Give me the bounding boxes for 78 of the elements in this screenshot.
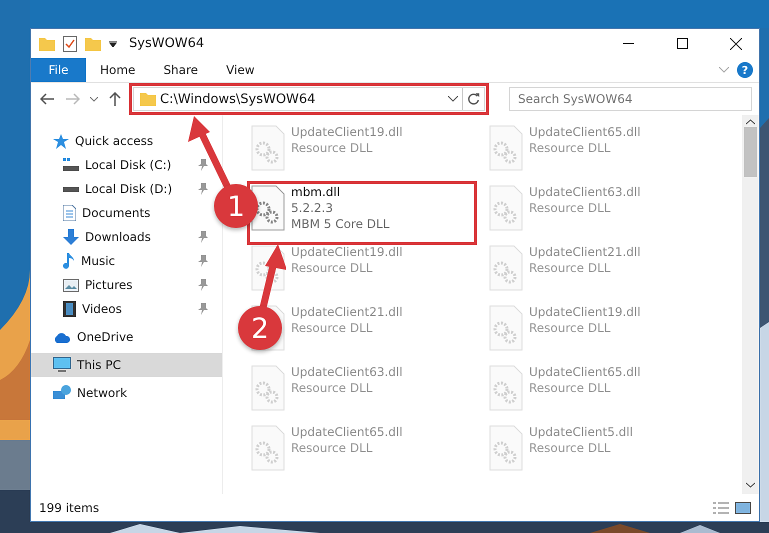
sidebar-item[interactable]: Documents [31, 201, 212, 225]
new-folder-icon [85, 36, 101, 50]
sidebar-item[interactable]: Pictures [31, 273, 212, 297]
dll-file-icon [489, 185, 523, 231]
search-field[interactable]: Search SysWOW64 [509, 87, 752, 111]
pin-icon[interactable] [198, 279, 208, 291]
scroll-down-icon[interactable] [746, 482, 755, 488]
close-icon[interactable] [730, 38, 742, 50]
folder-icon [39, 36, 55, 50]
dll-file-icon [489, 125, 523, 171]
dll-file-icon [489, 425, 523, 471]
sidebar-item[interactable]: OneDrive [31, 325, 212, 349]
pin-icon[interactable] [198, 159, 208, 171]
ribbon-tab[interactable]: View [212, 58, 269, 82]
file-detail: Resource DLL [529, 321, 612, 335]
sidebar-item[interactable]: Local Disk (D:) [31, 177, 212, 201]
pin-icon[interactable] [198, 303, 208, 315]
file-name[interactable]: mbm.dll [291, 185, 390, 199]
monitor-icon [53, 357, 71, 373]
star-icon [53, 134, 69, 148]
ribbon-tab[interactable]: Home [86, 58, 150, 82]
music-note-icon [63, 253, 75, 269]
sidebar-item[interactable]: Quick access [31, 129, 212, 153]
pin-icon[interactable] [198, 231, 208, 243]
file-detail: Resource DLL [529, 201, 612, 215]
dll-file-icon [251, 125, 285, 171]
pin-icon[interactable] [198, 255, 208, 267]
file-detail: Resource DLL [529, 261, 612, 275]
large-icons-view-icon[interactable] [735, 502, 751, 514]
dll-file-icon [251, 425, 285, 471]
file-detail: Resource DLL [291, 441, 374, 455]
pin-icon[interactable] [198, 183, 208, 195]
file-detail: 5.2.2.3 [291, 201, 334, 215]
up-arrow-icon[interactable] [109, 92, 121, 106]
scroll-up-icon[interactable] [746, 119, 755, 125]
pictures-icon [63, 278, 79, 292]
folder-icon [140, 92, 156, 106]
dll-file-icon [251, 185, 285, 231]
document-icon [63, 205, 76, 221]
dll-file-icon [489, 245, 523, 291]
scrollbar-thumb[interactable] [744, 127, 757, 177]
sidebar-item[interactable]: Videos [31, 297, 212, 321]
dll-file-icon [251, 365, 285, 411]
download-arrow-icon [63, 229, 79, 245]
ribbon-tab[interactable]: Share [149, 58, 212, 82]
file-detail: Resource DLL [291, 381, 374, 395]
drive-icon [63, 186, 79, 192]
scrollbar[interactable] [742, 115, 759, 494]
sidebar-item[interactable]: This PC [31, 353, 222, 377]
sidebar-item[interactable]: Local Disk (C:) [31, 153, 212, 177]
file-detail: Resource DLL [529, 141, 612, 155]
network-icon [53, 385, 71, 401]
sidebar-item[interactable]: Network [31, 381, 212, 405]
help-button[interactable]: ? [737, 62, 753, 78]
maximize-icon[interactable] [676, 38, 688, 49]
minimize-icon[interactable] [622, 43, 634, 44]
drive-icon [63, 158, 79, 172]
file-detail: Resource DLL [529, 441, 612, 455]
file-detail: Resource DLL [529, 381, 612, 395]
chevron-down-icon[interactable] [448, 96, 458, 102]
dll-file-icon [489, 305, 523, 351]
file-detail: Resource DLL [291, 321, 374, 335]
properties-icon[interactable] [63, 36, 77, 52]
customize-toolbar-icon[interactable] [109, 40, 117, 46]
dll-file-icon [489, 365, 523, 411]
chevron-down-icon[interactable] [90, 96, 98, 102]
cloud-icon [53, 332, 71, 342]
sidebar-item[interactable]: Downloads [31, 225, 212, 249]
film-icon [63, 301, 76, 317]
file-detail: Resource DLL [291, 261, 374, 275]
sidebar-item[interactable]: Music [31, 249, 212, 273]
file-detail: MBM 5 Core DLL [291, 217, 390, 231]
back-arrow-icon[interactable] [40, 93, 54, 105]
item-count: 199 items [39, 500, 100, 514]
file-detail: Resource DLL [291, 141, 374, 155]
window-title: SysWOW64 [129, 36, 206, 51]
ribbon-tab[interactable]: File [31, 58, 86, 82]
details-view-icon[interactable] [713, 502, 729, 514]
